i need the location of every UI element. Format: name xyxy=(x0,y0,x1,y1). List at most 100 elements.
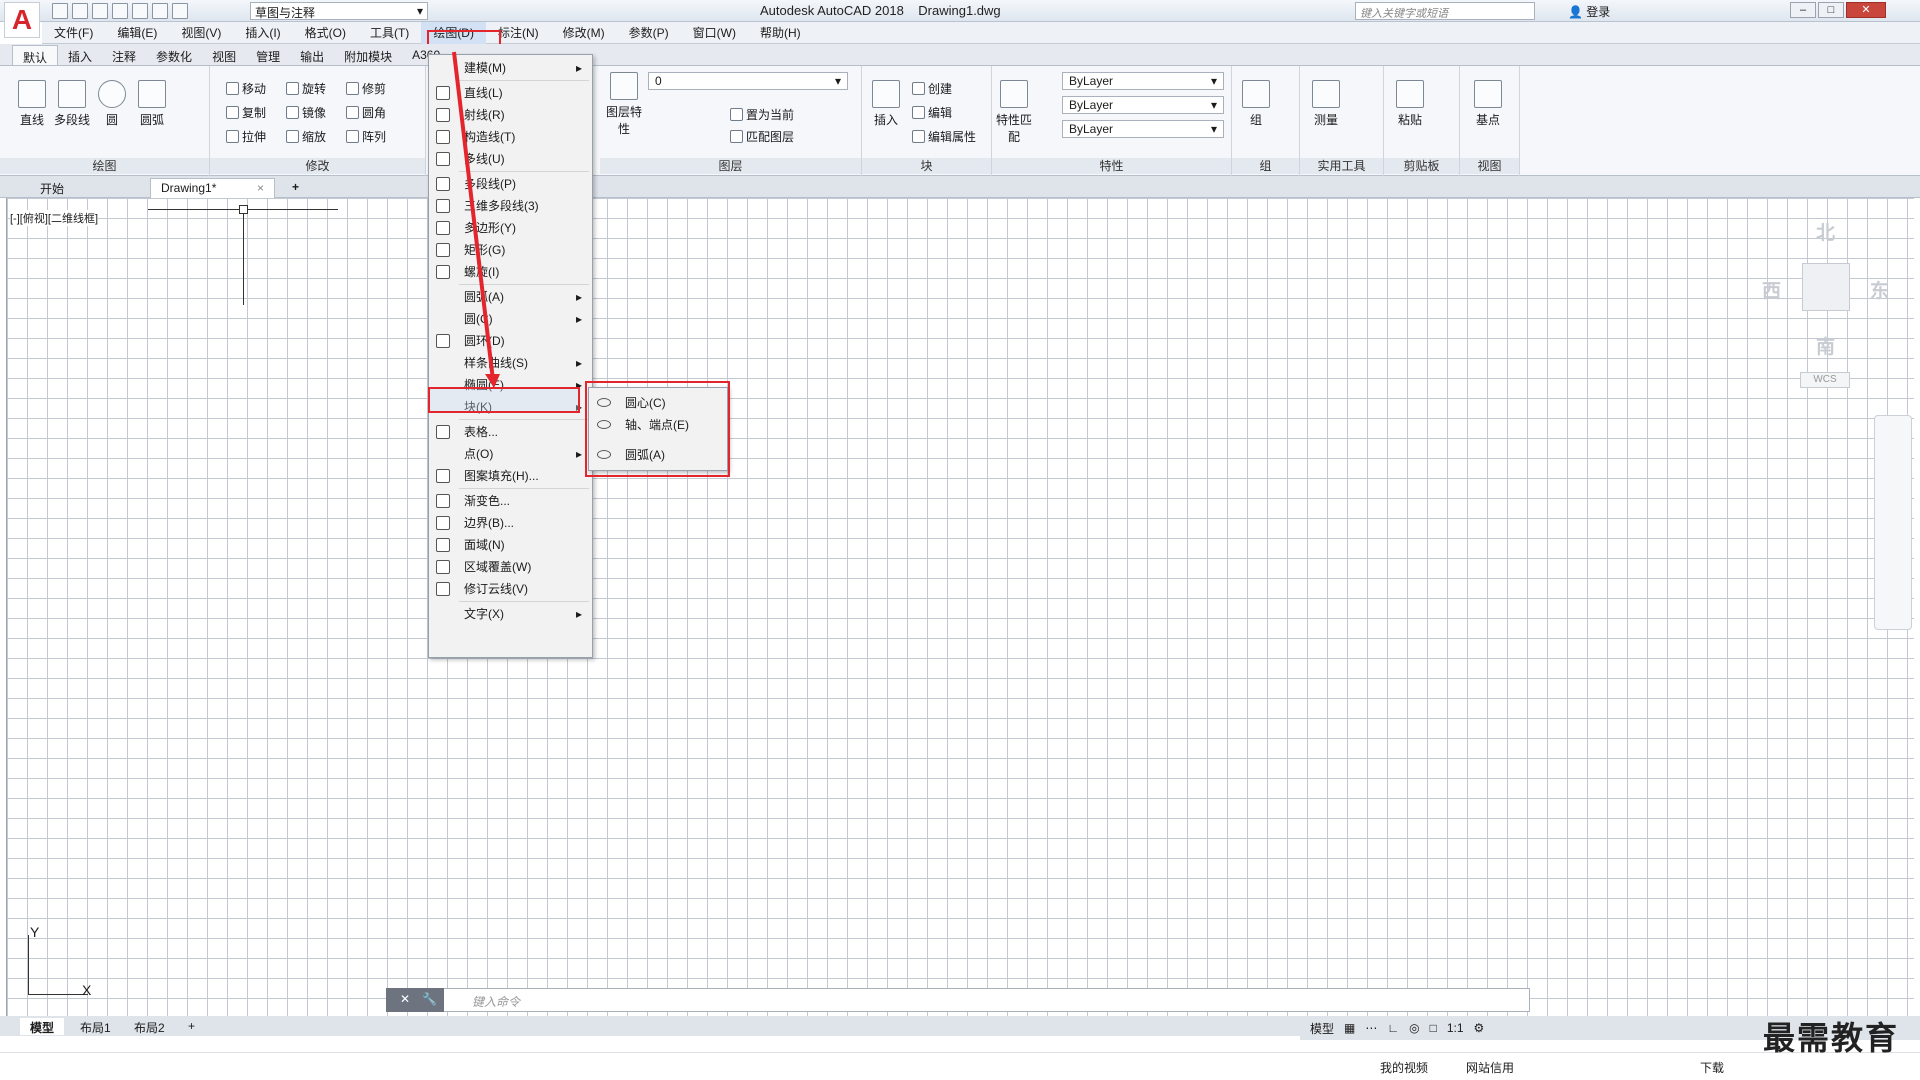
ribbon-tab[interactable]: 插入 xyxy=(58,45,102,65)
draw-menu-item[interactable]: 边界(B)... xyxy=(429,512,592,534)
menu-item[interactable]: 工具(T) xyxy=(358,22,421,44)
search-input[interactable]: 键入关键字或短语 xyxy=(1355,2,1535,20)
group-tool[interactable]: 组 xyxy=(1236,80,1276,128)
circle-tool[interactable]: 圆 xyxy=(92,80,132,128)
draw-menu-item[interactable]: 矩形(G) xyxy=(429,239,592,261)
fillet-tool[interactable]: 圆角 xyxy=(346,104,386,121)
osnap-icon[interactable]: □ xyxy=(1430,1021,1437,1035)
draw-menu-item[interactable]: 修订云线(V) xyxy=(429,578,592,600)
set-current-tool[interactable]: 置为当前 xyxy=(730,106,794,123)
copy-tool[interactable]: 复制 xyxy=(226,104,266,121)
login-button[interactable]: 👤 登录 xyxy=(1568,3,1610,20)
draw-menu-item[interactable]: 样条曲线(S) ▸ xyxy=(429,352,592,374)
panel-draw-title[interactable]: 绘图 xyxy=(0,158,209,174)
menu-item[interactable]: 格式(O) xyxy=(293,22,358,44)
layer-dropdown[interactable]: 0 ▾ xyxy=(648,72,848,90)
draw-menu-item[interactable]: 建模(M) ▸ xyxy=(429,57,592,79)
viewcube-west[interactable]: 西 xyxy=(1762,276,1781,303)
paste-tool[interactable]: 粘贴 xyxy=(1390,80,1430,128)
edit-attributes-tool[interactable]: 编辑属性 xyxy=(912,128,976,145)
array-tool[interactable]: 阵列 xyxy=(346,128,386,145)
polar-icon[interactable]: ◎ xyxy=(1409,1021,1419,1035)
lineweight-dropdown[interactable]: ByLayer ▾ xyxy=(1062,120,1224,138)
download-link[interactable]: 下载 xyxy=(1700,1059,1724,1076)
draw-menu-item[interactable]: 面域(N) xyxy=(429,534,592,556)
viewcube-east[interactable]: 东 xyxy=(1870,276,1889,303)
wrench-icon[interactable]: 🔧 xyxy=(422,992,437,1006)
arc-tool[interactable]: 圆弧 xyxy=(132,80,172,128)
tab-layout2[interactable]: 布局2 xyxy=(124,1018,175,1035)
ribbon-tab[interactable]: 管理 xyxy=(246,45,290,65)
panel-layers-title[interactable]: 图层 xyxy=(600,158,861,174)
tab-model[interactable]: 模型 xyxy=(20,1018,65,1035)
grid-icon[interactable]: ▦ xyxy=(1344,1021,1355,1035)
panel-properties-title[interactable]: 特性 xyxy=(992,158,1231,174)
draw-menu-item[interactable]: 多段线(P) xyxy=(429,173,592,195)
stretch-tool[interactable]: 拉伸 xyxy=(226,128,266,145)
draw-menu-item[interactable]: 多边形(Y) xyxy=(429,217,592,239)
model-space-button[interactable]: 模型 xyxy=(1310,1020,1334,1037)
menu-item[interactable]: 参数(P) xyxy=(617,22,681,44)
layer-properties-tool[interactable]: 图层特性 xyxy=(604,72,644,137)
move-tool[interactable]: 移动 xyxy=(226,80,266,97)
draw-menu-item[interactable]: 点(O) ▸ xyxy=(429,443,592,465)
drawing-canvas[interactable] xyxy=(6,198,1914,1016)
command-input[interactable]: 键入命令 xyxy=(472,993,520,1010)
polyline-tool[interactable]: 多段线 xyxy=(52,80,92,128)
panel-clipboard-title[interactable]: 剪贴板 xyxy=(1384,158,1459,174)
draw-menu-item[interactable]: 射线(R) xyxy=(429,104,592,126)
site-trust-link[interactable]: 网站信用 xyxy=(1466,1059,1514,1076)
new-file-icon[interactable] xyxy=(52,3,68,19)
my-video-link[interactable]: 我的视频 xyxy=(1380,1059,1428,1076)
ribbon-tab[interactable]: 输出 xyxy=(290,45,334,65)
scale-tool[interactable]: 缩放 xyxy=(286,128,326,145)
panel-block-title[interactable]: 块 xyxy=(862,158,991,174)
trim-tool[interactable]: 修剪 xyxy=(346,80,386,97)
menu-item[interactable]: 插入(I) xyxy=(233,22,292,44)
ribbon-tab[interactable]: 默认 xyxy=(12,45,59,65)
match-layer-tool[interactable]: 匹配图层 xyxy=(730,128,794,145)
draw-menu-item[interactable]: 圆环(D) xyxy=(429,330,592,352)
tab-start[interactable]: 开始 xyxy=(30,178,74,198)
draw-menu-item[interactable]: 多线(U) xyxy=(429,148,592,170)
close-tab-icon[interactable]: × xyxy=(257,181,264,195)
ribbon-tab[interactable]: 附加模块 xyxy=(334,45,402,65)
panel-view-title[interactable]: 视图 xyxy=(1460,158,1519,174)
base-point-tool[interactable]: 基点 xyxy=(1468,80,1508,128)
viewcube-north[interactable]: 北 xyxy=(1816,218,1835,245)
ribbon-tab[interactable]: 注释 xyxy=(102,45,146,65)
edit-block-tool[interactable]: 编辑 xyxy=(912,104,952,121)
ortho-icon[interactable]: ∟ xyxy=(1387,1021,1399,1035)
panel-modify-title[interactable]: 修改 xyxy=(210,158,425,174)
navigation-bar[interactable] xyxy=(1874,415,1912,630)
draw-menu-item[interactable]: 圆弧(A) ▸ xyxy=(429,286,592,308)
insert-tool[interactable]: 插入 xyxy=(866,80,906,128)
line-tool[interactable]: 直线 xyxy=(12,80,52,128)
viewcube-south[interactable]: 南 xyxy=(1816,332,1835,359)
draw-menu-item[interactable]: 三维多段线(3) xyxy=(429,195,592,217)
new-tab-button[interactable]: + xyxy=(282,178,309,198)
draw-menu-item[interactable]: 图案填充(H)... xyxy=(429,465,592,487)
close-icon[interactable]: ✕ xyxy=(400,992,410,1006)
tab-layout1[interactable]: 布局1 xyxy=(70,1018,121,1035)
rotate-tool[interactable]: 旋转 xyxy=(286,80,326,97)
command-line[interactable] xyxy=(386,988,1530,1012)
wcs-dropdown[interactable]: WCS xyxy=(1800,372,1850,388)
redo-icon[interactable] xyxy=(172,3,188,19)
menu-item[interactable]: 编辑(E) xyxy=(105,22,169,44)
measure-tool[interactable]: 测量 xyxy=(1306,80,1346,128)
menu-item[interactable]: 窗口(W) xyxy=(681,22,748,44)
panel-utilities-title[interactable]: 实用工具 xyxy=(1300,158,1383,174)
save-icon[interactable] xyxy=(92,3,108,19)
add-layout-button[interactable]: + xyxy=(178,1018,205,1035)
ribbon-tab[interactable]: 参数化 xyxy=(146,45,202,65)
draw-menu-item[interactable]: 表格... xyxy=(429,421,592,443)
menu-item[interactable]: 修改(M) xyxy=(551,22,617,44)
viewport-controls-label[interactable]: [-][俯视][二维线框] xyxy=(10,210,98,226)
create-block-tool[interactable]: 创建 xyxy=(912,80,952,97)
draw-menu-item[interactable]: 渐变色... xyxy=(429,490,592,512)
mirror-tool[interactable]: 镜像 xyxy=(286,104,326,121)
draw-menu-item[interactable]: 构造线(T) xyxy=(429,126,592,148)
match-properties-tool[interactable]: 特性匹配 xyxy=(994,80,1034,145)
ribbon-tab[interactable]: 视图 xyxy=(202,45,246,65)
